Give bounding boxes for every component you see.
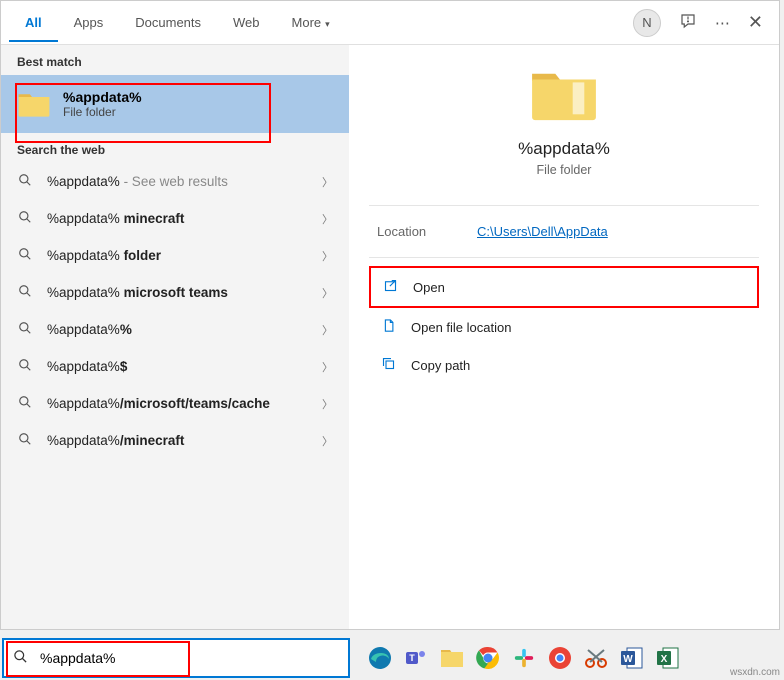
best-match-label: Best match (1, 45, 349, 75)
web-result-text: %appdata% minecraft (47, 211, 322, 226)
search-input[interactable] (36, 646, 348, 670)
location-label: Location (377, 224, 477, 239)
copy-icon (379, 356, 397, 374)
web-result[interactable]: %appdata%/microsoft/teams/cache〉 (1, 385, 349, 422)
close-icon[interactable]: ✕ (748, 12, 763, 33)
web-result[interactable]: %appdata%%〉 (1, 311, 349, 348)
web-result[interactable]: %appdata%$〉 (1, 348, 349, 385)
chrome-canary-icon[interactable] (546, 644, 574, 672)
web-result[interactable]: %appdata% minecraft〉 (1, 200, 349, 237)
preview-panel: %appdata% File folder Location C:\Users\… (349, 45, 779, 629)
search-icon (17, 321, 33, 338)
web-result-text: %appdata%/microsoft/teams/cache (47, 396, 322, 411)
web-result-text: %appdata%% (47, 322, 322, 337)
preview-subtitle: File folder (537, 163, 592, 177)
folder-icon (17, 90, 51, 118)
folder-icon (528, 65, 600, 123)
location-link[interactable]: C:\Users\Dell\AppData (477, 224, 608, 239)
chrome-icon[interactable] (474, 644, 502, 672)
action-copy-path[interactable]: Copy path (369, 346, 759, 384)
avatar[interactable]: N (633, 9, 661, 37)
web-result[interactable]: %appdata%/minecraft〉 (1, 422, 349, 459)
web-result-text: %appdata% - See web results (47, 174, 322, 189)
teams-icon[interactable]: T (402, 644, 430, 672)
web-result[interactable]: %appdata% folder〉 (1, 237, 349, 274)
best-match-title: %appdata% (63, 89, 142, 105)
results-panel: Best match %appdata% File folder Search … (1, 45, 349, 629)
action-open-file-location[interactable]: Open file location (369, 308, 759, 346)
chevron-right-icon: 〉 (322, 285, 333, 301)
svg-text:X: X (661, 654, 668, 665)
tab-web[interactable]: Web (217, 3, 276, 42)
excel-icon[interactable]: X (654, 644, 682, 672)
explorer-icon[interactable] (438, 644, 466, 672)
chevron-right-icon: 〉 (322, 433, 333, 449)
web-result-text: %appdata%/minecraft (47, 433, 322, 448)
best-match-subtitle: File folder (63, 105, 142, 119)
preview-title: %appdata% (518, 139, 610, 159)
watermark: wsxdn.com (730, 667, 780, 678)
search-icon (17, 284, 33, 301)
search-icon (17, 173, 33, 190)
search-icon (4, 649, 36, 668)
search-icon (17, 247, 33, 264)
svg-text:T: T (409, 653, 415, 663)
snip-icon[interactable] (582, 644, 610, 672)
actions-list: Open Open file location Copy path (349, 258, 779, 392)
action-open[interactable]: Open (369, 266, 759, 308)
edge-icon[interactable] (366, 644, 394, 672)
web-result[interactable]: %appdata% - See web results〉 (1, 163, 349, 200)
search-web-label: Search the web (1, 133, 349, 163)
web-result-text: %appdata% folder (47, 248, 322, 263)
open-icon (381, 278, 399, 296)
chevron-right-icon: 〉 (322, 396, 333, 412)
tab-more[interactable]: More▾ (276, 3, 346, 42)
web-result-text: %appdata% microsoft teams (47, 285, 322, 300)
search-icon (17, 395, 33, 412)
tab-all[interactable]: All (9, 3, 58, 42)
chevron-right-icon: 〉 (322, 322, 333, 338)
taskbar-icons: T W X (352, 644, 780, 672)
chevron-right-icon: 〉 (322, 174, 333, 190)
search-icon (17, 432, 33, 449)
web-result-text: %appdata%$ (47, 359, 322, 374)
chevron-right-icon: 〉 (322, 248, 333, 264)
chevron-right-icon: 〉 (322, 359, 333, 375)
word-icon[interactable]: W (618, 644, 646, 672)
action-label: Open (413, 280, 445, 295)
file-location-icon (379, 318, 397, 336)
filter-tabs: All Apps Documents Web More▾ (9, 3, 346, 42)
slack-icon[interactable] (510, 644, 538, 672)
best-match-item[interactable]: %appdata% File folder (1, 75, 349, 133)
svg-text:W: W (623, 654, 633, 665)
more-icon[interactable]: ⋯ (715, 14, 730, 32)
taskbar-row: T W X (0, 636, 780, 680)
feedback-icon[interactable] (679, 12, 697, 34)
tab-documents[interactable]: Documents (119, 3, 217, 42)
search-icon (17, 358, 33, 375)
web-result[interactable]: %appdata% microsoft teams〉 (1, 274, 349, 311)
tab-apps[interactable]: Apps (58, 3, 120, 42)
chevron-right-icon: 〉 (322, 211, 333, 227)
search-icon (17, 210, 33, 227)
search-window: All Apps Documents Web More▾ N ⋯ ✕ Best … (0, 0, 780, 630)
action-label: Open file location (411, 320, 511, 335)
location-row: Location C:\Users\Dell\AppData (349, 206, 779, 257)
search-box[interactable] (2, 638, 350, 678)
header: All Apps Documents Web More▾ N ⋯ ✕ (1, 1, 779, 45)
chevron-down-icon: ▾ (325, 19, 330, 29)
action-label: Copy path (411, 358, 470, 373)
